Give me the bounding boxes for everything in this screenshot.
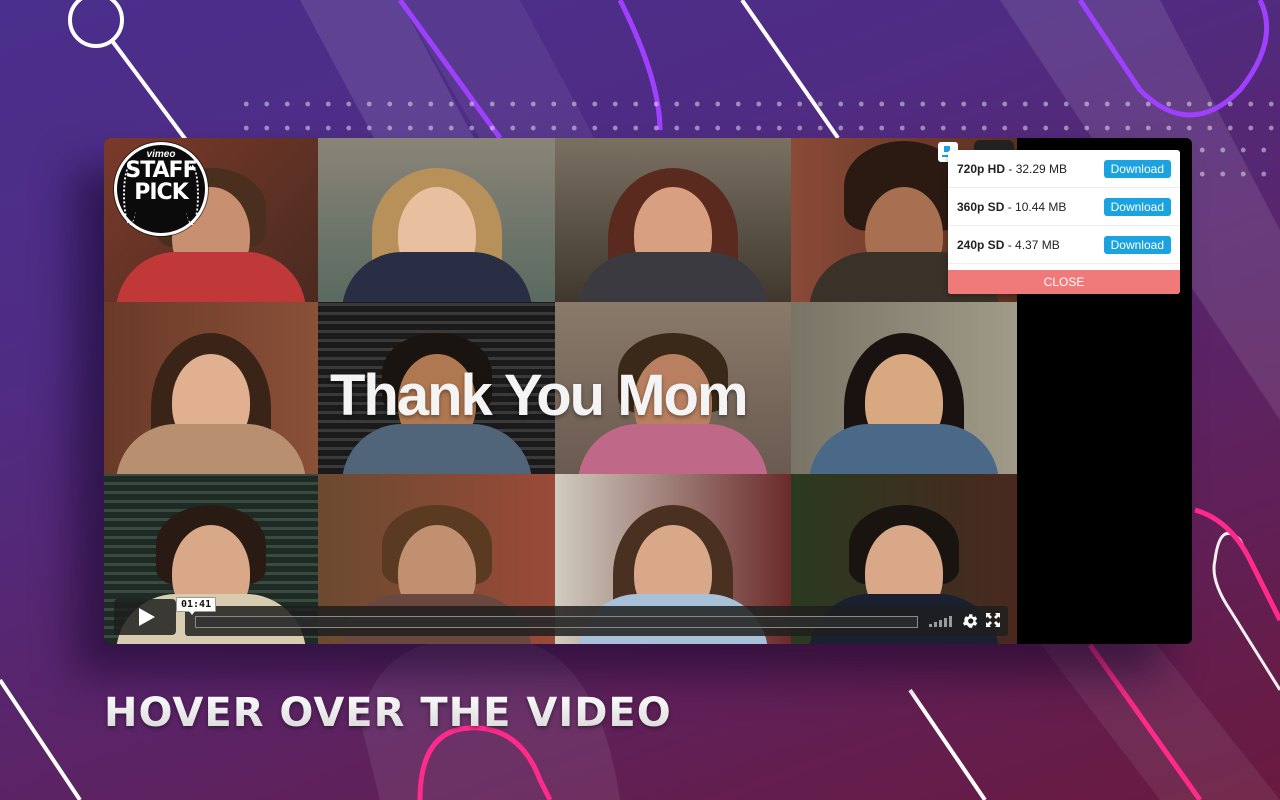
line-shape xyxy=(111,40,188,142)
dot-pattern xyxy=(236,92,1280,142)
fullscreen-icon[interactable] xyxy=(986,613,1000,627)
laurel-icon xyxy=(185,165,199,225)
staff-pick-badge: vimeo STAFF PICK xyxy=(114,142,208,236)
play-icon xyxy=(139,608,155,626)
option-label: 240p SD - 4.37 MB xyxy=(957,237,1060,252)
video-thumbnail-person xyxy=(104,302,318,474)
line-shape xyxy=(417,725,553,800)
line-shape xyxy=(740,0,840,140)
line-shape xyxy=(397,0,503,140)
control-bar xyxy=(185,606,1008,636)
video-title-overlay: Thank You Mom xyxy=(330,363,749,428)
headline: HOVER OVER THE VIDEO xyxy=(104,690,672,736)
laurel-icon xyxy=(123,165,137,225)
line-shape xyxy=(1087,643,1203,800)
download-button-240p[interactable]: Download xyxy=(1103,235,1171,254)
line-shape xyxy=(0,678,82,800)
video-thumbnail-person xyxy=(791,302,1017,474)
line-shape xyxy=(1077,0,1270,118)
line-shape xyxy=(908,688,987,800)
video-thumbnail-person xyxy=(555,138,791,302)
gear-icon[interactable] xyxy=(961,612,979,630)
download-popup: 720p HD - 32.29 MB Download 360p SD - 10… xyxy=(948,150,1180,294)
ring-shape xyxy=(68,0,124,48)
line-shape xyxy=(617,0,663,131)
close-button[interactable]: CLOSE xyxy=(948,270,1180,294)
progress-bar[interactable] xyxy=(195,616,918,628)
time-tooltip: 01:41 xyxy=(176,597,217,615)
video-player[interactable]: Thank You Mom vimeo STAFF PICK 01:41 720… xyxy=(104,138,1192,644)
option-label: 720p HD - 32.29 MB xyxy=(957,161,1068,176)
download-option-720p: 720p HD - 32.29 MB Download xyxy=(948,150,1180,188)
video-thumbnail-person xyxy=(318,138,555,302)
dot-pattern xyxy=(1192,138,1280,188)
download-button-360p[interactable]: Download xyxy=(1103,197,1171,216)
play-button[interactable] xyxy=(114,599,176,635)
volume-bars-icon[interactable] xyxy=(929,615,952,627)
line-shape xyxy=(1194,507,1280,622)
download-option-360p: 360p SD - 10.44 MB Download xyxy=(948,188,1180,226)
download-button-720p[interactable]: Download xyxy=(1103,159,1171,178)
line-shape xyxy=(1212,531,1280,691)
download-option-240p: 240p SD - 4.37 MB Download xyxy=(948,226,1180,264)
option-label: 360p SD - 10.44 MB xyxy=(957,199,1067,214)
